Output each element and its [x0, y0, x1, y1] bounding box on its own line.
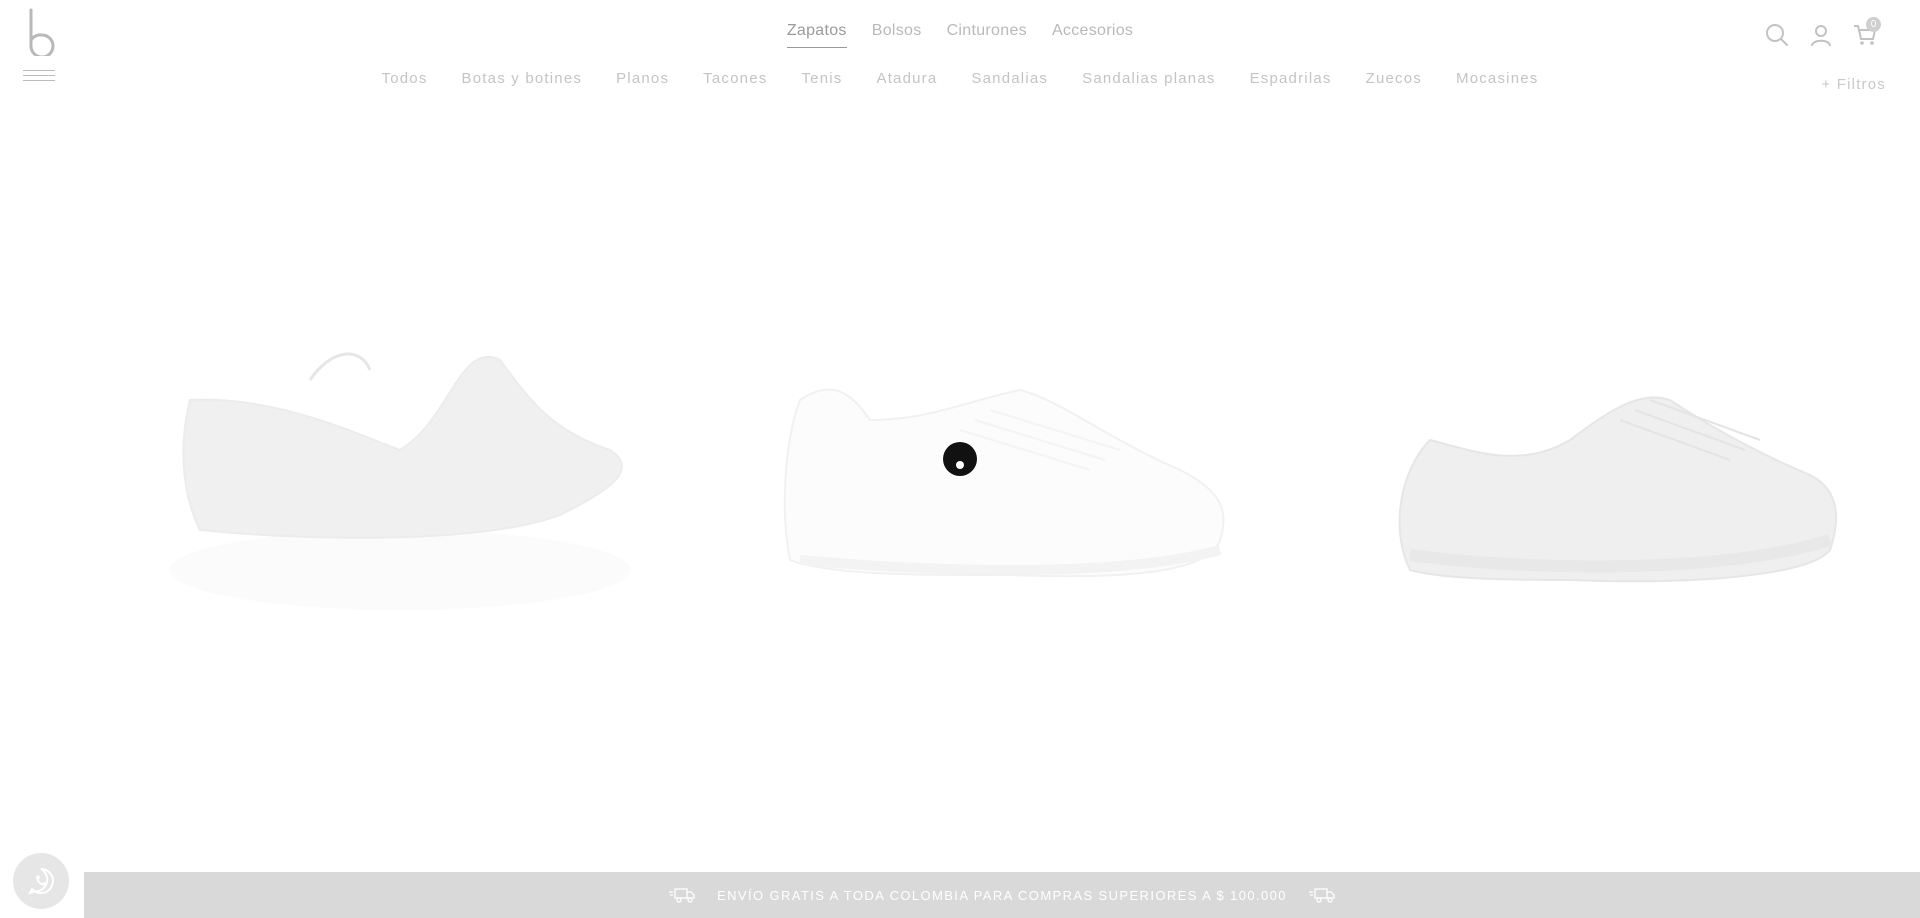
- top-category-nav: Zapatos Bolsos Cinturones Accesorios: [0, 22, 1920, 48]
- subnav-espadrilas[interactable]: Espadrilas: [1250, 70, 1332, 87]
- promo-bar: ENVÍO GRATIS A TODA COLOMBIA PARA COMPRA…: [84, 872, 1920, 918]
- truck-icon: [669, 888, 695, 903]
- sub-category-nav: Todos Botas y botines Planos Tacones Ten…: [0, 70, 1920, 87]
- cart-button[interactable]: 0: [1852, 17, 1881, 48]
- cursor-indicator: [943, 442, 977, 476]
- truck-icon: [1308, 888, 1335, 903]
- whatsapp-button[interactable]: [13, 853, 69, 909]
- nav-bolsos[interactable]: Bolsos: [872, 22, 922, 48]
- subnav-sandalias-planas[interactable]: Sandalias planas: [1082, 70, 1215, 87]
- nav-accesorios[interactable]: Accesorios: [1052, 22, 1133, 48]
- product-image-1[interactable]: [160, 340, 640, 620]
- user-icon[interactable]: [1808, 22, 1834, 48]
- filters-toggle[interactable]: + Filtros: [1821, 76, 1886, 93]
- nav-cinturones[interactable]: Cinturones: [947, 22, 1027, 48]
- product-image-2[interactable]: [760, 360, 1240, 620]
- subnav-mocasines[interactable]: Mocasines: [1456, 70, 1539, 87]
- header-actions: 0: [1764, 17, 1881, 48]
- subnav-tenis[interactable]: Tenis: [801, 70, 842, 87]
- subnav-sandalias[interactable]: Sandalias: [971, 70, 1048, 87]
- subnav-planos[interactable]: Planos: [616, 70, 669, 87]
- search-icon[interactable]: [1764, 22, 1790, 48]
- subnav-todos[interactable]: Todos: [382, 70, 428, 87]
- cart-count-badge: 0: [1866, 17, 1881, 32]
- subnav-zuecos[interactable]: Zuecos: [1366, 70, 1422, 87]
- nav-zapatos[interactable]: Zapatos: [786, 22, 847, 48]
- whatsapp-icon: [28, 868, 54, 895]
- subnav-atadura[interactable]: Atadura: [876, 70, 937, 87]
- promo-text: ENVÍO GRATIS A TODA COLOMBIA PARA COMPRA…: [717, 887, 1287, 903]
- subnav-botas[interactable]: Botas y botines: [462, 70, 583, 87]
- subnav-tacones[interactable]: Tacones: [703, 70, 767, 87]
- product-grid: [150, 300, 1870, 630]
- product-image-3[interactable]: [1370, 380, 1850, 620]
